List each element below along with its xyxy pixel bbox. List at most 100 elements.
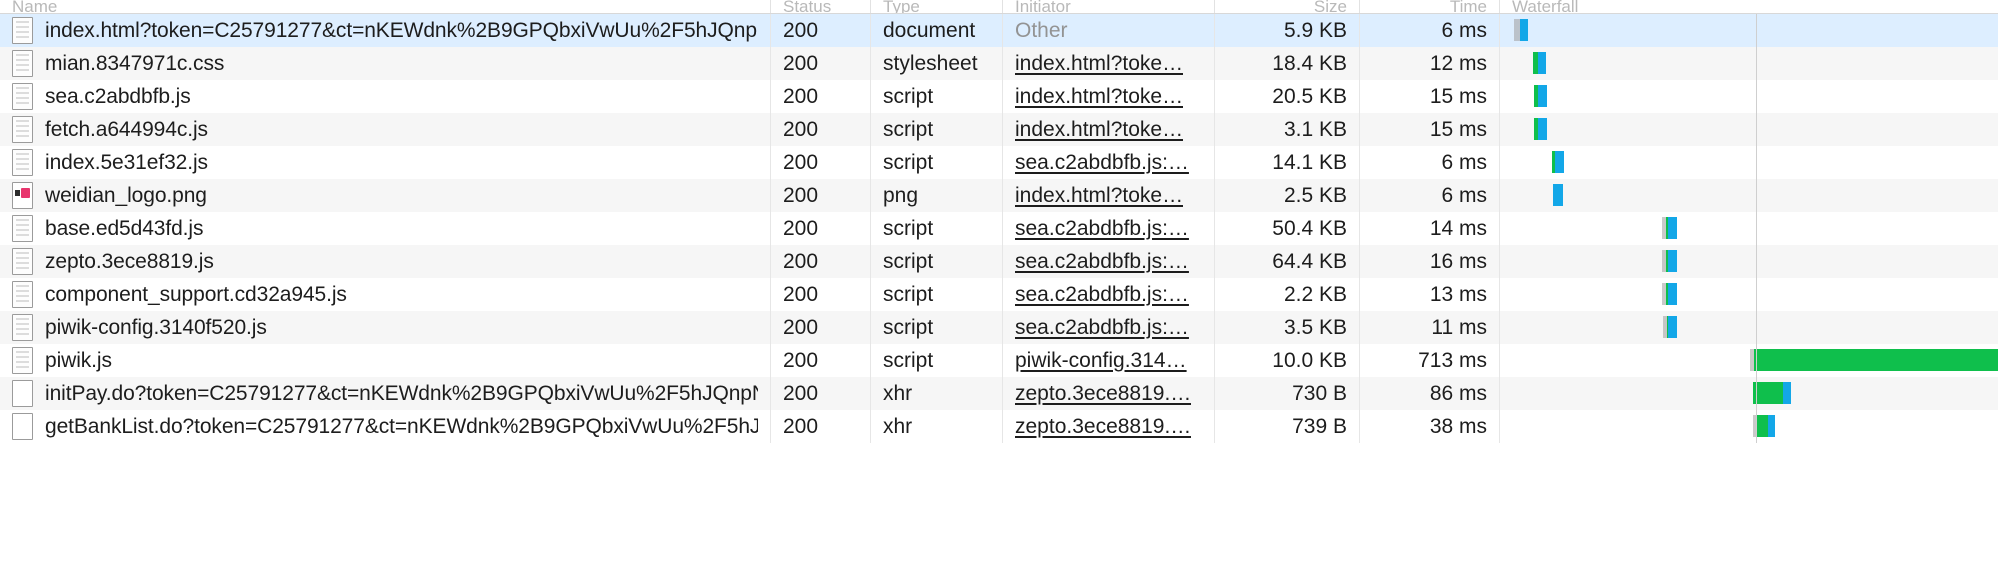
cell-name[interactable]: weidian_logo.png — [0, 179, 770, 212]
cell-initiator[interactable]: index.html?toke… — [1002, 179, 1214, 212]
cell-waterfall[interactable] — [1499, 47, 1998, 80]
initiator-link[interactable]: piwik-config.314… — [1015, 349, 1187, 373]
cell-name[interactable]: sea.c2abdbfb.js — [0, 80, 770, 113]
request-name: weidian_logo.png — [45, 183, 207, 207]
waterfall-track — [1500, 311, 1998, 344]
cell-waterfall[interactable] — [1499, 377, 1998, 410]
cell-initiator[interactable]: zepto.3ece8819.… — [1002, 410, 1214, 443]
table-row[interactable]: piwik.js 200 script piwik-config.314… 10.0 K… — [0, 344, 1998, 377]
column-header-type[interactable]: Type — [870, 0, 1002, 13]
cell-waterfall[interactable] — [1499, 14, 1998, 47]
column-header-size[interactable]: Size — [1214, 0, 1359, 13]
table-row[interactable]: piwik-config.3140f520.js 200 script sea.c2a… — [0, 311, 1998, 344]
initiator-link[interactable]: index.html?toke… — [1015, 118, 1183, 142]
waterfall-bar[interactable] — [1662, 250, 1677, 272]
table-row[interactable]: getBankList.do?token=C25791277&ct=nKEWdn… — [0, 410, 1998, 443]
waterfall-bar[interactable] — [1750, 349, 1998, 371]
cell-type: script — [870, 311, 1002, 344]
initiator-link[interactable]: sea.c2abdbfb.js:… — [1015, 316, 1189, 340]
table-row[interactable]: index.html?token=C25791277&ct=nKEWdnk%2B… — [0, 14, 1998, 47]
column-header-waterfall[interactable]: Waterfall — [1499, 0, 1998, 13]
initiator-link[interactable]: zepto.3ece8819.… — [1015, 415, 1191, 439]
cell-waterfall[interactable] — [1499, 245, 1998, 278]
table-row[interactable]: base.ed5d43fd.js 200 script sea.c2abdbfb.js… — [0, 212, 1998, 245]
waterfall-bar[interactable] — [1662, 283, 1677, 305]
cell-type: xhr — [870, 377, 1002, 410]
table-row[interactable]: initPay.do?token=C25791277&ct=nKEWdnk%2B… — [0, 377, 1998, 410]
initiator-link[interactable]: sea.c2abdbfb.js:… — [1015, 283, 1189, 307]
cell-waterfall[interactable] — [1499, 179, 1998, 212]
cell-name[interactable]: index.html?token=C25791277&ct=nKEWdnk%2B… — [0, 14, 770, 47]
initiator-link[interactable]: sea.c2abdbfb.js:… — [1015, 151, 1189, 175]
cell-initiator[interactable]: sea.c2abdbfb.js:… — [1002, 245, 1214, 278]
cell-name[interactable]: mian.8347971c.css — [0, 47, 770, 80]
cell-initiator[interactable]: sea.c2abdbfb.js:… — [1002, 212, 1214, 245]
cell-name[interactable]: base.ed5d43fd.js — [0, 212, 770, 245]
cell-initiator[interactable]: sea.c2abdbfb.js:… — [1002, 311, 1214, 344]
request-name: index.5e31ef32.js — [45, 150, 208, 174]
cell-initiator[interactable]: sea.c2abdbfb.js:… — [1002, 278, 1214, 311]
cell-name[interactable]: zepto.3ece8819.js — [0, 245, 770, 278]
cell-name[interactable]: fetch.a644994c.js — [0, 113, 770, 146]
cell-status: 200 — [770, 344, 870, 377]
cell-waterfall[interactable] — [1499, 212, 1998, 245]
waterfall-bar[interactable] — [1534, 118, 1547, 140]
cell-name[interactable]: component_support.cd32a945.js — [0, 278, 770, 311]
cell-name[interactable]: piwik-config.3140f520.js — [0, 311, 770, 344]
waterfall-segment-green — [1753, 382, 1783, 404]
cell-waterfall[interactable] — [1499, 410, 1998, 443]
cell-initiator[interactable]: index.html?toke… — [1002, 113, 1214, 146]
cell-initiator[interactable]: zepto.3ece8819.… — [1002, 377, 1214, 410]
initiator-link[interactable]: sea.c2abdbfb.js:… — [1015, 250, 1189, 274]
request-name: mian.8347971c.css — [45, 51, 225, 75]
waterfall-bar[interactable] — [1662, 217, 1677, 239]
cell-waterfall[interactable] — [1499, 113, 1998, 146]
column-header-time[interactable]: Time — [1359, 0, 1499, 13]
initiator-link[interactable]: index.html?toke… — [1015, 52, 1183, 76]
waterfall-bar[interactable] — [1552, 151, 1564, 173]
initiator-link[interactable]: sea.c2abdbfb.js:… — [1015, 217, 1189, 241]
table-row[interactable]: fetch.a644994c.js 200 script index.html?tok… — [0, 113, 1998, 146]
initiator-link[interactable]: index.html?toke… — [1015, 85, 1183, 109]
cell-waterfall[interactable] — [1499, 80, 1998, 113]
table-row[interactable]: sea.c2abdbfb.js 200 script index.html?toke…… — [0, 80, 1998, 113]
cell-initiator[interactable]: index.html?toke… — [1002, 80, 1214, 113]
cell-time: 12 ms — [1359, 47, 1499, 80]
cell-name[interactable]: index.5e31ef32.js — [0, 146, 770, 179]
waterfall-bar[interactable] — [1753, 382, 1791, 404]
document-file-icon — [12, 281, 33, 308]
initiator-link[interactable]: index.html?toke… — [1015, 184, 1183, 208]
waterfall-bar[interactable] — [1553, 184, 1563, 206]
cell-waterfall[interactable] — [1499, 278, 1998, 311]
table-row[interactable]: weidian_logo.png 200 png index.html?toke… 2.… — [0, 179, 1998, 212]
request-name: sea.c2abdbfb.js — [45, 84, 191, 108]
waterfall-gridline — [1756, 245, 1757, 278]
cell-status: 200 — [770, 113, 870, 146]
initiator-link[interactable]: zepto.3ece8819.… — [1015, 382, 1191, 406]
table-row[interactable]: index.5e31ef32.js 200 script sea.c2abdbfb.j… — [0, 146, 1998, 179]
waterfall-track — [1500, 377, 1998, 410]
column-header-name[interactable]: Name — [0, 0, 770, 13]
table-row[interactable]: zepto.3ece8819.js 200 script sea.c2abdbfb.j… — [0, 245, 1998, 278]
cell-initiator[interactable]: sea.c2abdbfb.js:… — [1002, 146, 1214, 179]
cell-name[interactable]: getBankList.do?token=C25791277&ct=nKEWdn… — [0, 410, 770, 443]
column-header-status[interactable]: Status — [770, 0, 870, 13]
cell-initiator[interactable]: piwik-config.314… — [1002, 344, 1214, 377]
cell-status: 200 — [770, 377, 870, 410]
table-row[interactable]: component_support.cd32a945.js 200 script se… — [0, 278, 1998, 311]
waterfall-bar[interactable] — [1534, 85, 1547, 107]
cell-name[interactable]: piwik.js — [0, 344, 770, 377]
cell-type: script — [870, 344, 1002, 377]
cell-waterfall[interactable] — [1499, 344, 1998, 377]
cell-type: script — [870, 212, 1002, 245]
waterfall-bar[interactable] — [1514, 19, 1528, 41]
waterfall-bar[interactable] — [1663, 316, 1677, 338]
cell-waterfall[interactable] — [1499, 311, 1998, 344]
waterfall-bar[interactable] — [1533, 52, 1546, 74]
blank-file-icon — [12, 413, 33, 440]
cell-name[interactable]: initPay.do?token=C25791277&ct=nKEWdnk%2B… — [0, 377, 770, 410]
table-row[interactable]: mian.8347971c.css 200 stylesheet index.html… — [0, 47, 1998, 80]
column-header-initiator[interactable]: Initiator — [1002, 0, 1214, 13]
cell-waterfall[interactable] — [1499, 146, 1998, 179]
cell-initiator[interactable]: index.html?toke… — [1002, 47, 1214, 80]
